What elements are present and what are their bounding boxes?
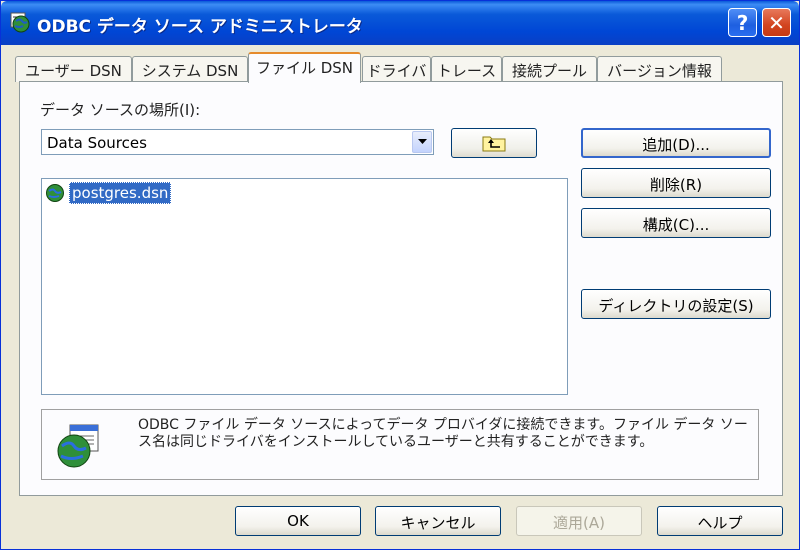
- tab-strip: ユーザー DSN システム DSN ファイル DSN ドライバ トレース 接続プ…: [15, 52, 785, 83]
- info-description: ODBC ファイル データ ソースによってデータ プロバイダに接続できます。ファ…: [138, 417, 748, 450]
- delete-button[interactable]: 削除(R): [581, 168, 771, 198]
- up-directory-button[interactable]: [451, 128, 537, 158]
- apply-button[interactable]: 適用(A): [516, 506, 642, 536]
- location-label: データ ソースの場所(I):: [40, 101, 201, 119]
- dsn-file-name: postgres.dsn: [69, 182, 172, 204]
- configure-button[interactable]: 構成(C)...: [581, 208, 771, 238]
- close-icon: ✕: [768, 10, 785, 35]
- cancel-button[interactable]: キャンセル: [375, 506, 501, 536]
- odbc-globe-icon: [10, 12, 30, 33]
- tab-user-dsn[interactable]: ユーザー DSN: [15, 56, 132, 82]
- odbc-admin-window: ODBC データ ソース アドミニストレータ ? ✕ ユーザー DSN システム…: [0, 0, 800, 550]
- list-item[interactable]: postgres.dsn: [45, 182, 172, 204]
- dropdown-arrow-icon[interactable]: [412, 131, 432, 153]
- file-dsn-panel: データ ソースの場所(I): Data Sources postgres.dsn…: [19, 81, 783, 496]
- ok-button[interactable]: OK: [235, 506, 361, 536]
- tab-tracing[interactable]: トレース: [431, 56, 502, 82]
- tab-system-dsn[interactable]: システム DSN: [132, 56, 248, 82]
- info-box: ODBC ファイル データ ソースによってデータ プロバイダに接続できます。ファ…: [41, 409, 759, 480]
- add-button[interactable]: 追加(D)...: [581, 128, 771, 158]
- location-combo[interactable]: Data Sources: [41, 129, 434, 155]
- tab-drivers[interactable]: ドライバ: [362, 56, 431, 82]
- tab-about[interactable]: バージョン情報: [597, 56, 722, 82]
- help-button[interactable]: ヘルプ: [657, 506, 783, 536]
- tab-file-dsn[interactable]: ファイル DSN: [248, 52, 361, 83]
- question-icon: ?: [736, 10, 749, 35]
- odbc-info-icon: [57, 424, 99, 468]
- help-title-button[interactable]: ?: [728, 8, 757, 37]
- dsn-file-list[interactable]: postgres.dsn: [41, 178, 568, 395]
- dsn-file-globe-icon: [46, 184, 64, 202]
- window-title: ODBC データ ソース アドミニストレータ: [37, 17, 363, 37]
- title-bar[interactable]: ODBC データ ソース アドミニストレータ ? ✕: [1, 1, 799, 45]
- location-combo-value: Data Sources: [47, 134, 147, 152]
- close-title-button[interactable]: ✕: [762, 8, 791, 37]
- folder-up-icon: [482, 136, 506, 152]
- set-directory-button[interactable]: ディレクトリの設定(S): [581, 289, 771, 319]
- tab-connection-pooling[interactable]: 接続プール: [502, 56, 597, 82]
